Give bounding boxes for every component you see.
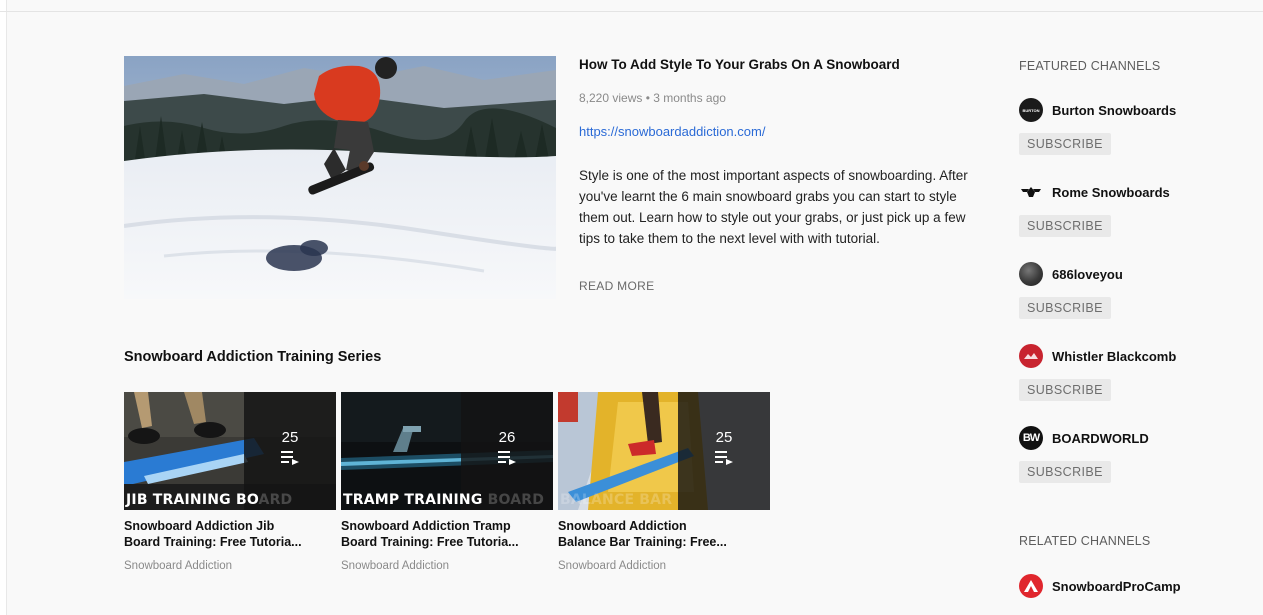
- playlist-channel[interactable]: Snowboard Addiction: [558, 560, 770, 572]
- playlist-card[interactable]: 25 JIB TRAINING BOARD Snowboard Addictio…: [124, 392, 336, 572]
- featured-channel: BW BOARDWORLD SUBSCRIBE: [1019, 426, 1239, 483]
- playlist-card[interactable]: 25 BALANCE BAR Snowboard Addiction Balanc…: [558, 392, 770, 572]
- 686-avatar-icon[interactable]: [1019, 262, 1043, 286]
- featured-video-title[interactable]: How To Add Style To Your Grabs On A Snow…: [579, 57, 900, 72]
- channel-name[interactable]: Whistler Blackcomb: [1052, 349, 1176, 364]
- playlist-channel[interactable]: Snowboard Addiction: [341, 560, 553, 572]
- related-channels-heading: RELATED CHANNELS: [1019, 534, 1151, 548]
- featured-video-description: Style is one of the most important aspec…: [579, 168, 968, 246]
- playlist-banner-text: TRAMP TRAINING BOARD: [343, 492, 545, 508]
- whistler-avatar-icon[interactable]: [1019, 344, 1043, 368]
- playlist-title[interactable]: Snowboard Addiction Jib Board Training: F…: [124, 518, 329, 550]
- playlist-video-count: 26: [498, 429, 516, 446]
- snowboardprocamp-avatar-icon[interactable]: [1019, 574, 1043, 598]
- playlist-thumbnail[interactable]: 25 BALANCE BAR: [558, 392, 770, 510]
- playlist-banner-text: JIB TRAINING BOARD: [126, 492, 293, 508]
- playlist-thumbnail[interactable]: 25 JIB TRAINING BOARD: [124, 392, 336, 510]
- burton-avatar-icon[interactable]: BURTON: [1019, 98, 1043, 122]
- featured-channel: BURTON Burton Snowboards SUBSCRIBE: [1019, 98, 1239, 155]
- playlist-section-title[interactable]: Snowboard Addiction Training Series: [124, 349, 381, 365]
- rome-logo-icon[interactable]: [1019, 180, 1043, 204]
- playlist-banner-text: BALANCE BAR: [560, 492, 673, 508]
- subscribe-button[interactable]: SUBSCRIBE: [1019, 133, 1111, 155]
- left-edge: [0, 0, 7, 615]
- featured-channel: 686loveyou SUBSCRIBE: [1019, 262, 1239, 319]
- playlist-icon: [715, 451, 733, 465]
- featured-channels-heading: FEATURED CHANNELS: [1019, 59, 1161, 73]
- playlist-video-count: 25: [281, 429, 299, 446]
- subscribe-button[interactable]: SUBSCRIBE: [1019, 461, 1111, 483]
- playlist-video-count: 25: [715, 429, 733, 446]
- subscribe-button[interactable]: SUBSCRIBE: [1019, 215, 1111, 237]
- subscribe-button[interactable]: SUBSCRIBE: [1019, 379, 1111, 401]
- playlist-card[interactable]: 26 TRAMP TRAINING BOARD Snowboard Addict…: [341, 392, 553, 572]
- featured-channel: Rome Snowboards SUBSCRIBE: [1019, 181, 1239, 237]
- playlist-title[interactable]: Snowboard Addiction Balance Bar Training:…: [558, 518, 763, 550]
- featured-video-thumbnail[interactable]: [124, 56, 556, 299]
- channel-name[interactable]: SnowboardProCamp: [1052, 579, 1181, 594]
- featured-video-meta: 8,220 views • 3 months ago: [579, 91, 726, 105]
- related-channel: SnowboardProCamp: [1019, 574, 1239, 598]
- boardworld-avatar-icon[interactable]: BW: [1019, 426, 1043, 450]
- channel-name[interactable]: 686loveyou: [1052, 267, 1123, 282]
- playlist-icon: [498, 451, 516, 465]
- channel-name[interactable]: Rome Snowboards: [1052, 185, 1170, 200]
- subscribe-button[interactable]: SUBSCRIBE: [1019, 297, 1111, 319]
- read-more-button[interactable]: READ MORE: [579, 279, 654, 293]
- channel-name[interactable]: BOARDWORLD: [1052, 431, 1149, 446]
- top-divider: [0, 11, 1263, 12]
- playlist-icon: [281, 451, 299, 465]
- channel-name[interactable]: Burton Snowboards: [1052, 103, 1176, 118]
- featured-channel: Whistler Blackcomb SUBSCRIBE: [1019, 344, 1239, 401]
- playlist-title[interactable]: Snowboard Addiction Tramp Board Training:…: [341, 518, 546, 550]
- featured-video-link[interactable]: https://snowboardaddiction.com/: [579, 124, 765, 139]
- playlist-thumbnail[interactable]: 26 TRAMP TRAINING BOARD: [341, 392, 553, 510]
- playlist-channel[interactable]: Snowboard Addiction: [124, 560, 336, 572]
